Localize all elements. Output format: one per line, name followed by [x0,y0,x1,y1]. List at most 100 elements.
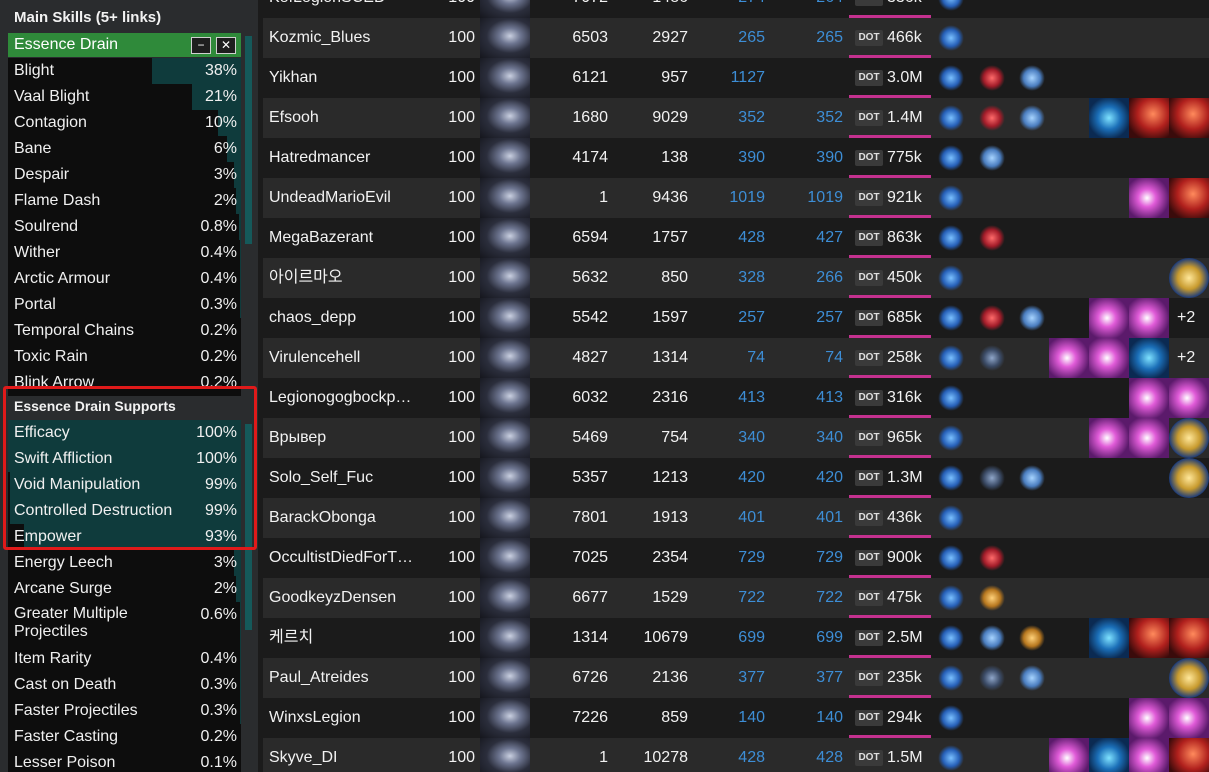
character-name[interactable]: Efsooh [269,98,419,138]
pink-skill-icon[interactable] [1049,338,1089,378]
flask-item-icon[interactable] [938,225,964,251]
character-row[interactable]: Solo_Self_Fuc 100 5357 1213 420 420 DOT 1.3M [263,458,1209,498]
jewel-item-icon[interactable] [1019,665,1045,691]
flask-item-icon[interactable] [938,305,964,331]
character-row[interactable]: Врывер 100 5469 754 340 340 DOT 965k [263,418,1209,458]
character-row[interactable]: Efsooh 100 1680 9029 352 352 DOT 1.4M [263,98,1209,138]
character-row[interactable]: Hatredmancer 100 4174 138 390 390 DOT 775k [263,138,1209,178]
dark-item-icon[interactable] [979,665,1005,691]
character-row[interactable]: Legionogogbockp… 100 6032 2316 413 413 DOT 316k [263,378,1209,418]
gold-skill-icon[interactable] [1169,658,1209,698]
pink-skill-icon[interactable] [1129,298,1169,338]
flask-item-icon[interactable] [938,265,964,291]
character-row[interactable]: WinxsLegion 100 7226 859 140 140 DOT 294k [263,698,1209,738]
amber-item-icon[interactable] [979,585,1005,611]
character-row[interactable]: KefLegionSCED 100 7072 1486 274 264 DOT 336k [263,0,1209,18]
character-name[interactable]: chaos_depp [269,298,419,338]
support-item[interactable]: Faster Casting 0.2% [8,724,241,750]
main-skill-item[interactable]: Temporal Chains 0.2% [8,318,241,344]
red-skill-icon[interactable] [1169,98,1209,138]
jewel-item-icon[interactable] [979,625,1005,651]
flask-item-icon[interactable] [938,505,964,531]
support-item[interactable]: Energy Leech 3% [8,550,241,576]
jewel-item-icon[interactable] [1019,465,1045,491]
blue-skill-icon[interactable] [1129,338,1169,378]
jewel-item-icon[interactable] [979,145,1005,171]
flask-item-icon[interactable] [938,745,964,771]
main-skill-item[interactable]: Vaal Blight 21% [8,84,241,110]
flask-item-icon[interactable] [938,185,964,211]
character-row[interactable]: Skyve_DI 100 1 10278 428 428 DOT 1.5M [263,738,1209,772]
flask-item-icon[interactable] [938,425,964,451]
character-row[interactable]: OccultistDiedForT… 100 7025 2354 729 729 DOT 90… [263,538,1209,578]
main-skill-item[interactable]: Arctic Armour 0.4% [8,266,241,292]
character-name[interactable]: OccultistDiedForT… [269,538,419,578]
flask-item-icon[interactable] [938,665,964,691]
character-name[interactable]: MegaBazerant [269,218,419,258]
minimize-button[interactable]: − [191,37,211,54]
pink-skill-icon[interactable] [1129,738,1169,772]
character-name[interactable]: KefLegionSCED [269,0,419,18]
support-item[interactable]: Faster Projectiles 0.3% [8,698,241,724]
dark-item-icon[interactable] [979,465,1005,491]
red-skill-icon[interactable] [1129,98,1169,138]
character-row[interactable]: GoodkeyzDensen 100 6677 1529 722 722 DOT 475k [263,578,1209,618]
character-name[interactable]: Kozmic_Blues [269,18,419,58]
main-skill-item[interactable]: Wither 0.4% [8,240,241,266]
flask-item-icon[interactable] [938,585,964,611]
jewel-item-icon[interactable] [1019,65,1045,91]
character-name[interactable]: Skyve_DI [269,738,419,772]
flask-item-icon[interactable] [938,145,964,171]
flask-item-icon[interactable] [938,65,964,91]
flask-item-icon[interactable] [938,385,964,411]
character-name[interactable]: 케르치 [269,618,419,658]
red-item-icon[interactable] [979,305,1005,331]
red-skill-icon[interactable] [1169,178,1209,218]
character-name[interactable]: Virulencehell [269,338,419,378]
main-skill-item[interactable]: Despair 3% [8,162,241,188]
red-skill-icon[interactable] [1169,618,1209,658]
support-item[interactable]: Arcane Surge 2% [8,576,241,602]
flask-item-icon[interactable] [938,0,964,11]
flask-item-icon[interactable] [938,25,964,51]
flask-item-icon[interactable] [938,705,964,731]
support-item[interactable]: Lesser Poison 0.1% [8,750,241,772]
main-skill-item[interactable]: Contagion 10% [8,110,241,136]
gold-skill-icon[interactable] [1169,418,1209,458]
main-skill-item[interactable]: Blight 38% [8,58,241,84]
pink-skill-icon[interactable] [1129,378,1169,418]
character-row[interactable]: UndeadMarioEvil 100 1 9436 1019 1019 DOT 921k [263,178,1209,218]
blue-skill-icon[interactable] [1089,738,1129,772]
character-name[interactable]: Paul_Atreides [269,658,419,698]
flask-item-icon[interactable] [938,545,964,571]
pink-skill-icon[interactable] [1089,338,1129,378]
character-row[interactable]: 아이르마오 100 5632 850 328 266 DOT 450k [263,258,1209,298]
jewel-item-icon[interactable] [1019,105,1045,131]
support-item[interactable]: Greater Multiple Projectiles 0.6% [8,602,241,646]
flask-item-icon[interactable] [938,105,964,131]
main-skills-scrollbar[interactable] [245,36,252,244]
close-filter-button[interactable]: ✕ [216,37,236,54]
main-skill-item[interactable]: Portal 0.3% [8,292,241,318]
blue-skill-icon[interactable] [1089,618,1129,658]
pink-skill-icon[interactable] [1129,178,1169,218]
pink-skill-icon[interactable] [1169,698,1209,738]
character-name[interactable]: UndeadMarioEvil [269,178,419,218]
character-row[interactable]: chaos_depp 100 5542 1597 257 257 DOT 685k +2 [263,298,1209,338]
character-row[interactable]: Paul_Atreides 100 6726 2136 377 377 DOT 235k [263,658,1209,698]
character-name[interactable]: WinxsLegion [269,698,419,738]
character-row[interactable]: MegaBazerant 100 6594 1757 428 427 DOT 863k [263,218,1209,258]
gold-skill-icon[interactable] [1169,258,1209,298]
character-row[interactable]: Yikhan 100 6121 957 1127 DOT 3.0M [263,58,1209,98]
red-skill-icon[interactable] [1129,618,1169,658]
character-row[interactable]: BarackObonga 100 7801 1913 401 401 DOT 436k [263,498,1209,538]
pink-skill-icon[interactable] [1169,378,1209,418]
pink-skill-icon[interactable] [1089,298,1129,338]
selected-skill-filter[interactable]: Essence Drain − ✕ [8,33,241,57]
gold-skill-icon[interactable] [1169,458,1209,498]
pink-skill-icon[interactable] [1129,418,1169,458]
flask-item-icon[interactable] [938,465,964,491]
flask-item-icon[interactable] [938,345,964,371]
character-name[interactable]: GoodkeyzDensen [269,578,419,618]
main-skill-item[interactable]: Flame Dash 2% [8,188,241,214]
